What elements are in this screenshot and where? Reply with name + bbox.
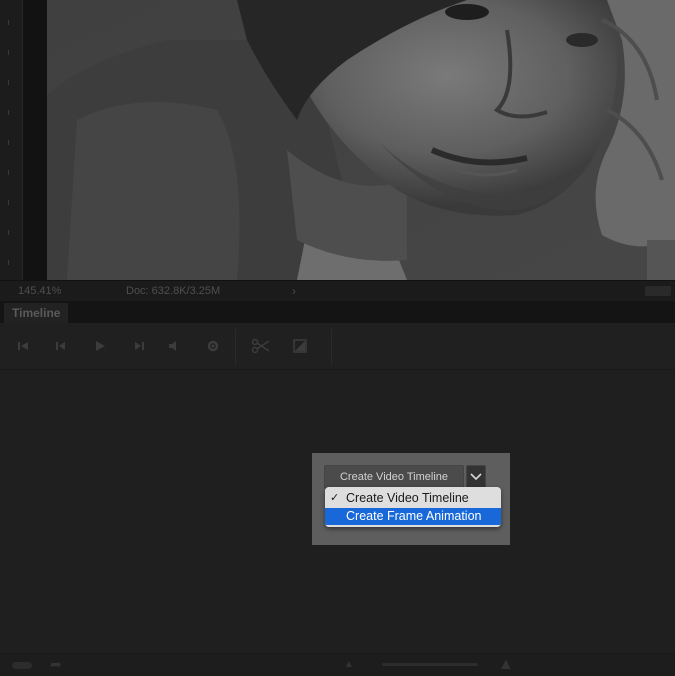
- toolbar-divider: [235, 329, 236, 365]
- next-frame-icon[interactable]: [131, 338, 147, 354]
- document-size-info: Doc: 632.8K/3.25M: [126, 285, 221, 297]
- timeline-toolbar: [0, 323, 675, 370]
- create-timeline-dropdown-toggle[interactable]: [466, 465, 486, 489]
- chevron-down-icon: [470, 473, 482, 481]
- render-video-icon[interactable]: ➦: [50, 656, 62, 673]
- transition-icon[interactable]: [292, 338, 308, 354]
- timeline-tab-bar: Timeline: [0, 301, 675, 323]
- convert-frames-icon[interactable]: [12, 662, 32, 669]
- timeline-zoom-slider[interactable]: [382, 663, 478, 666]
- vertical-ruler: [0, 0, 23, 280]
- menu-item-create-frame-animation[interactable]: Create Frame Animation: [325, 508, 501, 525]
- tab-timeline[interactable]: Timeline: [4, 303, 69, 323]
- previous-frame-icon[interactable]: [53, 338, 69, 354]
- status-menu-arrow-icon[interactable]: ›: [292, 284, 296, 298]
- checkmark-icon: ✓: [330, 492, 340, 504]
- horizontal-scrollbar[interactable]: [645, 286, 671, 296]
- toolbar-divider: [331, 329, 332, 365]
- zoom-in-mountain-icon[interactable]: ▲: [498, 656, 514, 674]
- canvas-pasteboard: [23, 0, 47, 280]
- portrait-photo: [47, 0, 675, 280]
- audio-icon[interactable]: [166, 338, 182, 354]
- play-icon[interactable]: [92, 338, 108, 354]
- menu-item-label: Create Video Timeline: [346, 491, 469, 505]
- zoom-level-field[interactable]: 145.41%: [18, 285, 61, 297]
- go-to-first-frame-icon[interactable]: [15, 338, 31, 354]
- zoom-out-mountain-icon[interactable]: ▲: [344, 659, 354, 670]
- menu-item-label: Create Frame Animation: [346, 509, 482, 523]
- create-timeline-menu: ✓ Create Video Timeline Create Frame Ani…: [325, 487, 501, 527]
- split-at-playhead-icon[interactable]: [251, 338, 271, 354]
- menu-item-create-video-timeline[interactable]: ✓ Create Video Timeline: [325, 490, 501, 507]
- document-canvas[interactable]: [0, 0, 675, 280]
- settings-icon[interactable]: [205, 338, 221, 354]
- timeline-footer: ➦ ▲ ▲: [0, 653, 675, 676]
- status-bar: 145.41% Doc: 632.8K/3.25M ›: [0, 280, 675, 301]
- create-video-timeline-button[interactable]: Create Video Timeline: [324, 465, 464, 489]
